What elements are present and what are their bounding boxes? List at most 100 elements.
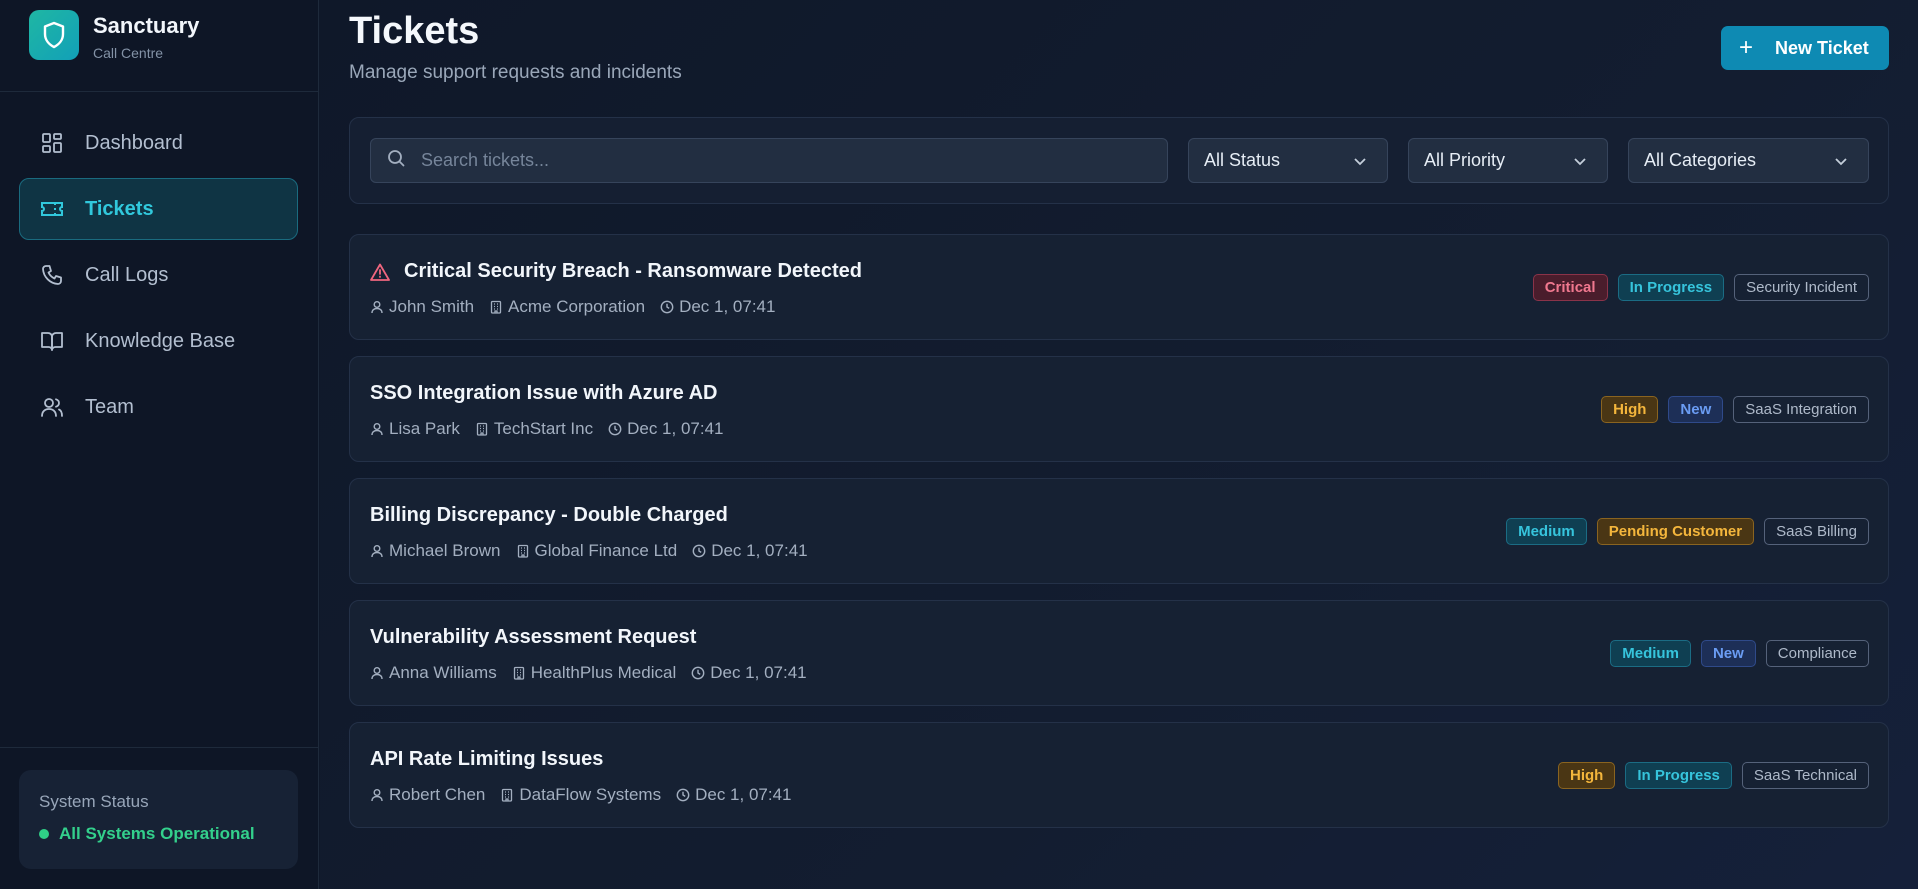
clock-icon <box>660 300 674 314</box>
search-input[interactable] <box>421 150 1121 171</box>
building-icon <box>490 300 502 314</box>
ticket-time: Dec 1, 07:41 <box>679 297 776 316</box>
ticket-company: Global Finance Ltd <box>534 541 678 560</box>
ticket-assignee: Michael Brown <box>389 541 501 560</box>
chevron-down-icon <box>1573 150 1587 171</box>
category-filter-select[interactable]: All Categories <box>1628 138 1869 183</box>
ticket-assignee: John Smith <box>389 297 475 316</box>
book-icon <box>39 328 65 354</box>
category-badge: SaaS Billing <box>1764 518 1869 545</box>
ticket-card[interactable]: API Rate Limiting Issues Robert Chen Dat… <box>349 722 1889 828</box>
ticket-badges: Critical In Progress Security Incident <box>1523 274 1869 301</box>
user-icon <box>371 423 383 436</box>
priority-badge: Medium <box>1610 640 1691 667</box>
ticket-company: Acme Corporation <box>508 297 646 316</box>
ticket-time: Dec 1, 07:41 <box>710 663 807 682</box>
status-dot-icon <box>39 829 49 839</box>
filter-bar: All Status All Priority All Categories <box>349 117 1889 204</box>
building-icon <box>476 422 488 436</box>
system-status-card: System Status All Systems Operational <box>19 770 298 869</box>
ticket-time: Dec 1, 07:41 <box>695 785 792 804</box>
status-filter-select[interactable]: All Status <box>1188 138 1388 183</box>
ticket-card[interactable]: Billing Discrepancy - Double Charged Mic… <box>349 478 1889 584</box>
category-filter-value: All Categories <box>1644 150 1757 170</box>
dashboard-icon <box>39 130 65 156</box>
user-icon <box>371 667 383 680</box>
clock-icon <box>691 666 705 680</box>
building-icon <box>502 788 513 802</box>
ticket-assignee: Anna Williams <box>389 663 497 682</box>
building-icon <box>513 666 524 680</box>
sidebar-item-tickets[interactable]: Tickets <box>19 178 298 240</box>
sidebar-item-team[interactable]: Team <box>19 376 298 438</box>
status-filter-value: All Status <box>1204 150 1281 170</box>
ticket-card[interactable]: Vulnerability Assessment Request Anna Wi… <box>349 600 1889 706</box>
status-badge: In Progress <box>1625 762 1732 789</box>
ticket-title: Billing Discrepancy - Double Charged <box>370 504 728 526</box>
priority-filter-value: All Priority <box>1424 150 1506 170</box>
new-ticket-button[interactable]: + New Ticket <box>1721 26 1889 70</box>
main-content: Tickets Manage support requests and inci… <box>320 0 1918 889</box>
system-status-panel: System Status All Systems Operational <box>0 747 319 889</box>
building-icon <box>517 544 528 558</box>
ticket-badges: Medium Pending Customer SaaS Billing <box>1496 518 1869 545</box>
category-badge: Compliance <box>1765 640 1869 667</box>
clock-icon <box>676 788 690 802</box>
ticket-card[interactable]: Critical Security Breach - Ransomware De… <box>349 234 1889 340</box>
status-badge: New <box>1700 640 1756 667</box>
phone-icon <box>39 262 65 288</box>
ticket-assignee: Lisa Park <box>389 419 460 438</box>
ticket-title: SSO Integration Issue with Azure AD <box>370 382 718 404</box>
ticket-badges: High New SaaS Integration <box>1591 396 1869 423</box>
ticket-card[interactable]: SSO Integration Issue with Azure AD Lisa… <box>349 356 1889 462</box>
category-badge: Security Incident <box>1734 274 1869 301</box>
sidebar-item-knowledge-base[interactable]: Knowledge Base <box>19 310 298 372</box>
sidebar-item-dashboard[interactable]: Dashboard <box>19 112 298 174</box>
shield-logo-icon <box>29 10 79 60</box>
ticket-badges: High In Progress SaaS Technical <box>1548 762 1869 789</box>
sidebar-item-call-logs[interactable]: Call Logs <box>19 244 298 306</box>
main-nav: Dashboard Tickets Call Logs Knowledge Ba… <box>19 112 298 442</box>
brand-title: Sanctuary <box>93 13 200 38</box>
chevron-down-icon <box>1353 150 1367 171</box>
brand-subtitle: Call Centre <box>93 45 164 61</box>
sidebar-item-label: Team <box>85 395 134 418</box>
ticket-company: DataFlow Systems <box>519 785 662 804</box>
user-icon <box>371 301 383 314</box>
sidebar-item-label: Tickets <box>85 197 154 220</box>
search-icon <box>387 149 405 172</box>
brand: Sanctuary Call Centre <box>0 0 318 92</box>
ticket-assignee: Robert Chen <box>389 785 486 804</box>
chevron-down-icon <box>1834 150 1848 171</box>
status-badge: New <box>1668 396 1724 423</box>
system-status-text: All Systems Operational <box>59 824 255 843</box>
sidebar: Sanctuary Call Centre Dashboard Tickets … <box>0 0 319 889</box>
page-title: Tickets <box>349 10 480 52</box>
users-icon <box>39 394 65 420</box>
new-ticket-label: New Ticket <box>1775 37 1869 58</box>
ticket-time: Dec 1, 07:41 <box>711 541 808 560</box>
search-box[interactable] <box>370 138 1168 183</box>
plus-icon: + <box>1739 34 1754 61</box>
priority-badge: High <box>1558 762 1616 789</box>
priority-filter-select[interactable]: All Priority <box>1408 138 1608 183</box>
ticket-time: Dec 1, 07:41 <box>627 419 724 438</box>
system-status-title: System Status <box>39 792 149 811</box>
clock-icon <box>608 422 622 436</box>
status-badge: Pending Customer <box>1596 518 1755 545</box>
page-subtitle: Manage support requests and incidents <box>349 62 682 83</box>
priority-badge: Medium <box>1506 518 1587 545</box>
category-badge: SaaS Integration <box>1733 396 1869 423</box>
ticket-title: Critical Security Breach - Ransomware De… <box>404 260 862 282</box>
ticket-company: HealthPlus Medical <box>530 663 677 682</box>
priority-badge: Critical <box>1532 274 1608 301</box>
ticket-icon <box>39 196 65 222</box>
ticket-badges: Medium New Compliance <box>1600 640 1869 667</box>
sidebar-item-label: Call Logs <box>85 263 169 286</box>
alert-triangle-icon <box>370 263 390 281</box>
sidebar-item-label: Dashboard <box>85 131 183 154</box>
status-badge: In Progress <box>1617 274 1725 301</box>
clock-icon <box>692 544 706 558</box>
category-badge: SaaS Technical <box>1741 762 1869 789</box>
user-icon <box>371 789 383 802</box>
